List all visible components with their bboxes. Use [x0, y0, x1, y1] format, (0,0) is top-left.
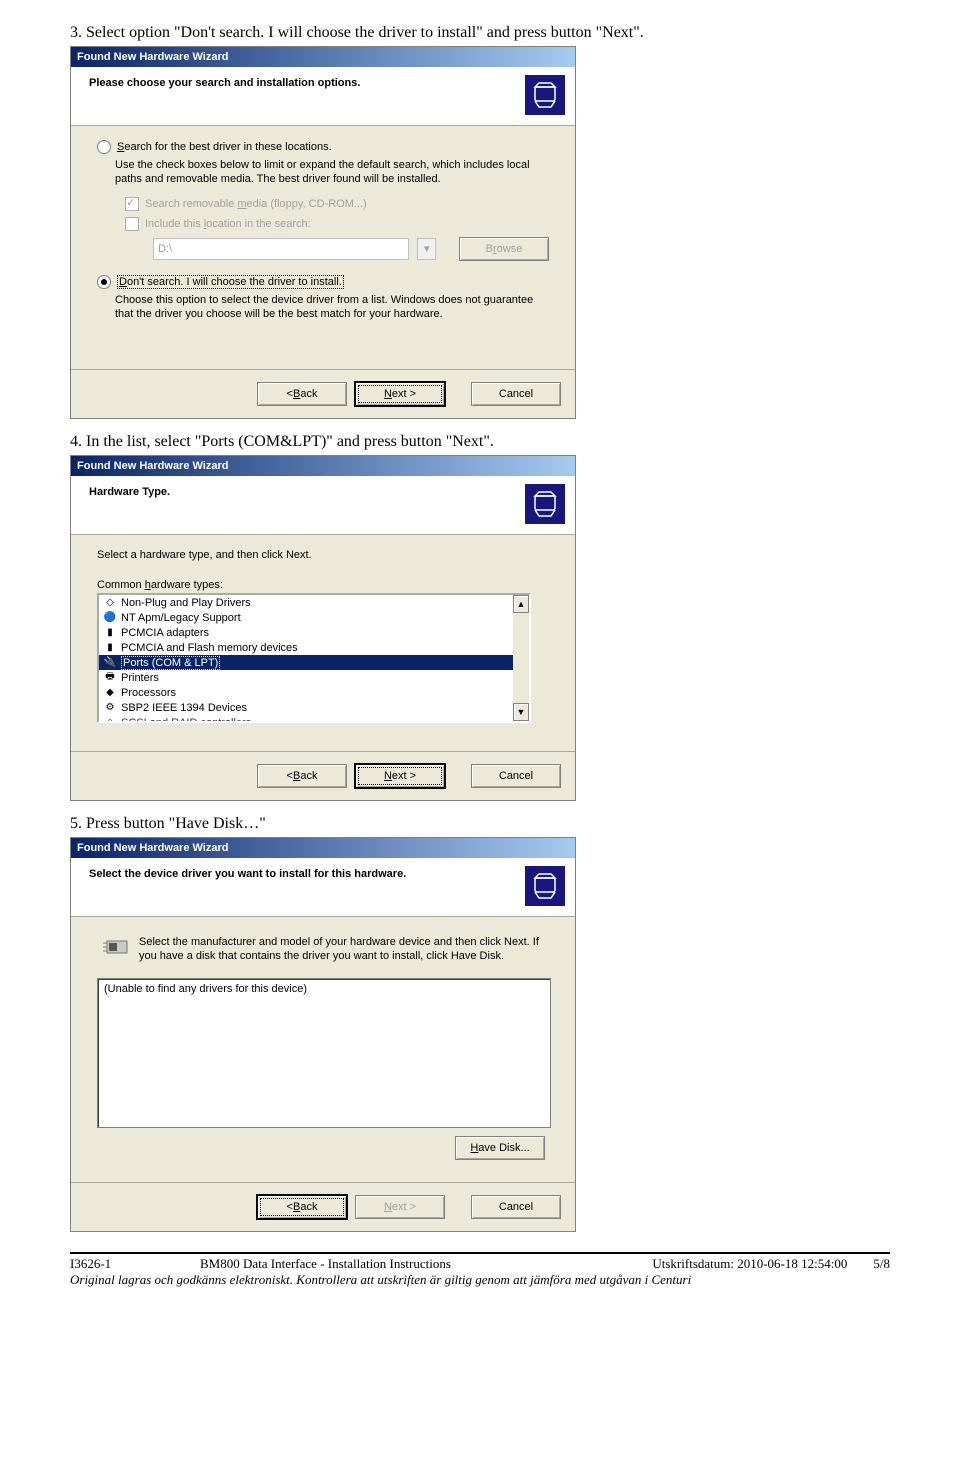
list-item[interactable]: ⚙SBP2 IEEE 1394 Devices — [99, 700, 513, 715]
info-text: Select the manufacturer and model of you… — [139, 935, 549, 964]
list-item[interactable]: 🔵NT Apm/Legacy Support — [99, 610, 513, 625]
driver-list: (Unable to find any drivers for this dev… — [97, 978, 551, 1128]
wizard-dialog-1: Found New Hardware Wizard Please choose … — [70, 46, 576, 419]
dropdown-icon: ▾ — [417, 238, 436, 260]
opt2-description: Choose this option to select the device … — [115, 293, 549, 322]
header-text: Please choose your search and installati… — [89, 77, 360, 89]
page-footer: I3626-1 BM800 Data Interface - Installat… — [70, 1252, 890, 1288]
radio-dont-search[interactable]: Don't search. I will choose the driver t… — [97, 275, 549, 289]
scroll-up-icon[interactable]: ▲ — [513, 595, 529, 613]
device-icon: 🔵 — [103, 611, 117, 625]
printer-icon: 🖶 — [103, 671, 117, 685]
doc-title: BM800 Data Interface - Installation Inst… — [200, 1256, 652, 1272]
radio-label: earch for the best driver in these locat… — [124, 141, 331, 153]
prompt-text: Select a hardware type, and then click N… — [97, 549, 549, 561]
back-button[interactable]: < Back — [257, 382, 347, 406]
scroll-track[interactable] — [513, 613, 529, 703]
listbox-caption: Common hardware types: — [97, 579, 549, 591]
wizard-header: Hardware Type. — [71, 476, 575, 535]
cancel-button[interactable]: Cancel — [471, 764, 561, 788]
button-bar: < Back Next > Cancel — [71, 1182, 575, 1231]
empty-text: (Unable to find any drivers for this dev… — [104, 983, 307, 995]
wizard-device-icon — [525, 75, 565, 115]
have-disk-button[interactable]: Have Disk... — [455, 1136, 545, 1160]
button-bar: < Back Next > Cancel — [71, 369, 575, 418]
checkbox-icon — [125, 217, 139, 231]
doc-id: I3626-1 — [70, 1256, 200, 1272]
list-item[interactable]: ▮PCMCIA and Flash memory devices — [99, 640, 513, 655]
radio-icon — [97, 275, 111, 289]
checkbox-removable-media: Search removable media (floppy, CD-ROM..… — [125, 197, 549, 211]
hardware-chip-icon — [103, 935, 131, 957]
list-item[interactable]: ◇SCSI and RAID controllers — [99, 715, 513, 723]
step-5-text: 5. Press button "Have Disk…" — [70, 815, 890, 833]
checkbox-icon — [125, 197, 139, 211]
device-icon: ▮ — [103, 641, 117, 655]
step-4-text: 4. In the list, select "Ports (COM&LPT)"… — [70, 433, 890, 451]
wizard-header: Please choose your search and installati… — [71, 67, 575, 126]
cancel-button[interactable]: Cancel — [471, 382, 561, 406]
wizard-dialog-3: Found New Hardware Wizard Select the dev… — [70, 837, 576, 1232]
list-item[interactable]: ◇Non-Plug and Play Drivers — [99, 595, 513, 610]
footer-note: Original lagras och godkänns elektronisk… — [70, 1272, 890, 1288]
device-icon: ▮ — [103, 626, 117, 640]
titlebar: Found New Hardware Wizard — [71, 456, 575, 476]
device-icon: ⚙ — [103, 701, 117, 715]
wizard-device-icon — [525, 866, 565, 906]
cancel-button[interactable]: Cancel — [471, 1195, 561, 1219]
radio-icon — [97, 140, 111, 154]
opt1-description: Use the check boxes below to limit or ex… — [115, 158, 549, 187]
next-button[interactable]: Next > — [355, 382, 445, 406]
ports-icon: 🔌 — [103, 656, 117, 670]
page-number: 5/8 — [873, 1256, 890, 1271]
list-item[interactable]: ▮PCMCIA adapters — [99, 625, 513, 640]
scroll-down-icon[interactable]: ▼ — [513, 703, 529, 721]
wizard-header: Select the device driver you want to ins… — [71, 858, 575, 917]
browse-button: Browse — [459, 237, 549, 261]
list-item-selected[interactable]: 🔌Ports (COM & LPT) — [99, 655, 513, 670]
hardware-types-listbox[interactable]: ◇Non-Plug and Play Drivers 🔵NT Apm/Legac… — [97, 593, 531, 723]
radio-search-best-driver[interactable]: Search for the best driver in these loca… — [97, 140, 549, 154]
location-path-input: D:\ — [153, 238, 409, 260]
list-item[interactable]: 🖶Printers — [99, 670, 513, 685]
titlebar: Found New Hardware Wizard — [71, 838, 575, 858]
device-icon: ◇ — [103, 596, 117, 610]
cpu-icon: ◆ — [103, 686, 117, 700]
back-button[interactable]: < Back — [257, 764, 347, 788]
header-text: Select the device driver you want to ins… — [89, 868, 406, 880]
device-icon: ◇ — [103, 716, 117, 724]
print-date: Utskriftsdatum: 2010-06-18 12:54:00 — [652, 1256, 847, 1271]
wizard-dialog-2: Found New Hardware Wizard Hardware Type.… — [70, 455, 576, 801]
scrollbar[interactable]: ▲ ▼ — [513, 595, 529, 721]
step-3-text: 3. Select option "Don't search. I will c… — [70, 24, 890, 42]
next-button: Next > — [355, 1195, 445, 1219]
wizard-device-icon — [525, 484, 565, 524]
button-bar: < Back Next > Cancel — [71, 751, 575, 800]
list-item[interactable]: ◆Processors — [99, 685, 513, 700]
back-button[interactable]: < Back — [257, 1195, 347, 1219]
next-button[interactable]: Next > — [355, 764, 445, 788]
titlebar: Found New Hardware Wizard — [71, 47, 575, 67]
header-text: Hardware Type. — [89, 486, 170, 498]
checkbox-include-location: Include this location in the search: — [125, 217, 549, 231]
